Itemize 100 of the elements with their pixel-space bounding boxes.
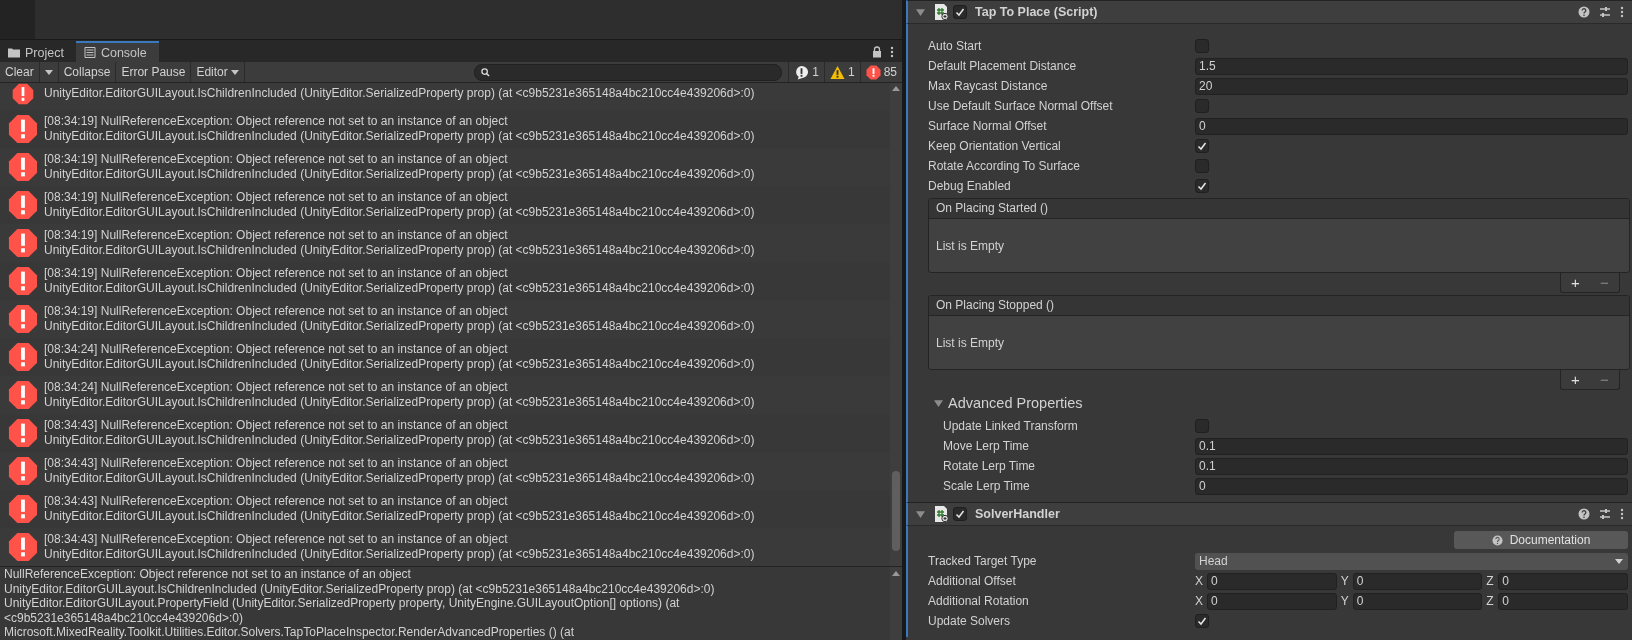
documentation-button[interactable]: Documentation [1454, 531, 1628, 549]
dropdown[interactable]: Head [1195, 552, 1628, 570]
help-icon[interactable] [1578, 508, 1590, 520]
component-title: SolverHandler [975, 507, 1060, 521]
error-icon [8, 190, 38, 220]
foldout-label[interactable]: Advanced Properties [948, 395, 1083, 411]
list-icon [83, 47, 96, 58]
error-icon [8, 114, 38, 144]
axis-label: Z [1486, 574, 1495, 588]
error-icon [865, 64, 881, 80]
lock-icon[interactable] [872, 46, 882, 58]
foldout-triangle-icon[interactable] [916, 510, 925, 518]
log-count-toggle[interactable]: 85 [859, 62, 902, 82]
empty-list-text: List is Empty [935, 237, 1005, 255]
log-message: UnityEditor.EditorGUILayout.IsChildrenIncluded (UnityEditor.SerializedProperty prop) (at <c9b5231e365148a4bc210cc4e439206d>:0) [44, 167, 755, 182]
log-message: UnityEditor.EditorGUILayout.IsChildrenIncluded (UnityEditor.SerializedProperty prop) (at <c9b5231e365148a4bc210cc4e439206d>:0) [44, 357, 755, 372]
stack-trace-line: UnityEditor.EditorGUILayout.IsChildrenIncluded (UnityEditor.SerializedProperty prop) (at <c9b5231e365148a4bc210cc4e439206d>:0) [4, 581, 716, 597]
log-message: UnityEditor.EditorGUILayout.IsChildrenIncluded (UnityEditor.SerializedProperty prop) (at <c9b5231e365148a4bc210cc4e439206d>:0) [44, 205, 755, 220]
log-message: UnityEditor.EditorGUILayout.IsChildrenIncluded (UnityEditor.SerializedProperty prop) (at <c9b5231e365148a4bc210cc4e439206d>:0) [44, 281, 755, 296]
help-icon[interactable] [1578, 6, 1590, 18]
scrollbar-thumb[interactable] [892, 471, 900, 551]
log-message: [08:34:24] NullReferenceException: Object reference not set to an instance of an object [44, 342, 509, 357]
enable-checkbox[interactable] [953, 5, 967, 19]
number-field[interactable]: 0 [1352, 592, 1483, 610]
sliders-icon[interactable] [1599, 6, 1611, 18]
number-field[interactable]: 0 [1195, 477, 1628, 495]
script-icon [933, 4, 949, 20]
log-message: [08:34:19] NullReferenceException: Object reference not set to an instance of an object [44, 152, 509, 167]
property-label: Rotate Lerp Time [943, 459, 1037, 473]
scroll-up-icon[interactable] [892, 86, 900, 91]
menu-icon[interactable] [1620, 6, 1624, 18]
checkbox[interactable] [1195, 179, 1209, 193]
component-header[interactable]: Tap To Place (Script) [906, 0, 1632, 24]
enable-checkbox[interactable] [953, 507, 967, 521]
event-title: On Placing Stopped () [929, 296, 1629, 316]
checkbox[interactable] [1195, 419, 1209, 433]
number-field[interactable]: 0 [1207, 592, 1337, 610]
log-message: UnityEditor.EditorGUILayout.IsChildrenIncluded (UnityEditor.SerializedProperty prop) (at <c9b5231e365148a4bc210cc4e439206d>:0) [44, 471, 755, 486]
error-icon [8, 228, 38, 258]
checkbox[interactable] [1195, 39, 1209, 53]
log-message: UnityEditor.EditorGUILayout.IsChildrenIncluded (UnityEditor.SerializedProperty prop) (at <c9b5231e365148a4bc210cc4e439206d>:0) [44, 547, 755, 562]
number-field[interactable]: 0 [1498, 572, 1628, 590]
error-icon [8, 418, 38, 448]
caret-icon [1615, 558, 1623, 564]
log-count-toggle[interactable]: 1 [823, 62, 860, 82]
menu-icon[interactable] [1620, 508, 1624, 520]
property-label: Default Placement Distance [928, 59, 1078, 73]
number-field[interactable]: 0.1 [1195, 457, 1628, 475]
checkbox[interactable] [1195, 159, 1209, 173]
error-icon [8, 494, 38, 524]
property-label: Additional Offset [928, 574, 1017, 588]
error-icon [8, 266, 38, 296]
foldout-triangle-icon[interactable] [934, 399, 943, 407]
add-button[interactable]: + [1567, 371, 1584, 388]
checkbox[interactable] [1195, 614, 1209, 628]
add-button[interactable]: + [1567, 274, 1584, 291]
sliders-icon[interactable] [1599, 508, 1611, 520]
log-message: UnityEditor.EditorGUILayout.IsChildrenIncluded (UnityEditor.SerializedProperty prop) (at <c9b5231e365148a4bc210cc4e439206d>:0) [44, 395, 755, 410]
checkbox[interactable] [1195, 139, 1209, 153]
log-message: [08:34:19] NullReferenceException: Object reference not set to an instance of an object [44, 304, 509, 319]
scrollbar[interactable] [890, 83, 902, 566]
caret-icon [44, 69, 53, 75]
number-field[interactable]: 0.1 [1195, 437, 1628, 455]
menu-icon[interactable] [890, 46, 894, 58]
component-title: Tap To Place (Script) [975, 5, 1098, 19]
error-icon [8, 342, 38, 372]
property-label: Auto Start [928, 39, 983, 53]
log-message: UnityEditor.EditorGUILayout.IsChildrenIncluded (UnityEditor.SerializedProperty prop) (at <c9b5231e365148a4bc210cc4e439206d>:0) [44, 433, 755, 448]
property-label: Debug Enabled [928, 179, 1012, 193]
foldout-triangle-icon[interactable] [916, 8, 925, 16]
error-icon [8, 532, 38, 562]
caret-icon [230, 69, 239, 75]
number-field[interactable]: 0 [1498, 592, 1628, 610]
stack-trace-line: NullReferenceException: Object reference not set to an instance of an object [4, 567, 412, 582]
number-field[interactable]: 0 [1352, 572, 1483, 590]
log-message: [08:34:19] NullReferenceException: Object reference not set to an instance of an object [44, 228, 509, 243]
log-message: [08:34:43] NullReferenceException: Object reference not set to an instance of an object [44, 456, 509, 471]
number-field[interactable]: 20 [1195, 77, 1628, 95]
panel-tab[interactable]: Console [75, 41, 159, 62]
panel-tab[interactable]: Project [0, 41, 76, 62]
property-label: Update Solvers [928, 614, 1012, 628]
scroll-up-icon[interactable] [892, 571, 900, 576]
number-field[interactable]: 0 [1207, 572, 1337, 590]
axis-label: Z [1486, 594, 1495, 608]
axis-label: Y [1340, 574, 1350, 588]
checkbox[interactable] [1195, 99, 1209, 113]
search-field[interactable] [474, 63, 783, 81]
log-entry[interactable]: UnityEditor.EditorGUILayout.IsChildrenIncluded (UnityEditor.SerializedProperty prop) (at <c9b5231e365148a4bc210cc4e439206d>:0) [0, 83, 890, 110]
number-field[interactable]: 0 [1195, 117, 1628, 135]
component-header[interactable]: SolverHandler [906, 502, 1632, 526]
log-message: UnityEditor.EditorGUILayout.IsChildrenIncluded (UnityEditor.SerializedProperty prop) (at <c9b5231e365148a4bc210cc4e439206d>:0) [44, 129, 755, 144]
log-entry[interactable] [0, 528, 890, 566]
log-message: UnityEditor.EditorGUILayout.IsChildrenIncluded (UnityEditor.SerializedProperty prop) (at <c9b5231e365148a4bc210cc4e439206d>:0) [44, 509, 755, 524]
scrollbar[interactable] [890, 567, 902, 640]
number-field[interactable]: 1.5 [1195, 57, 1628, 75]
log-count-toggle[interactable]: 1 [788, 62, 824, 82]
log-message: UnityEditor.EditorGUILayout.IsChildrenIncluded (UnityEditor.SerializedProperty prop) (at <c9b5231e365148a4bc210cc4e439206d>:0) [44, 319, 755, 334]
log-message: [08:34:43] NullReferenceException: Object reference not set to an instance of an object [44, 494, 509, 509]
stack-trace-line: Microsoft.MixedReality.Toolkit.Utilities.Editor.Solvers.TapToPlaceInspector.RenderAdvancedProperties () (at [4, 625, 576, 640]
error-icon [8, 380, 38, 410]
